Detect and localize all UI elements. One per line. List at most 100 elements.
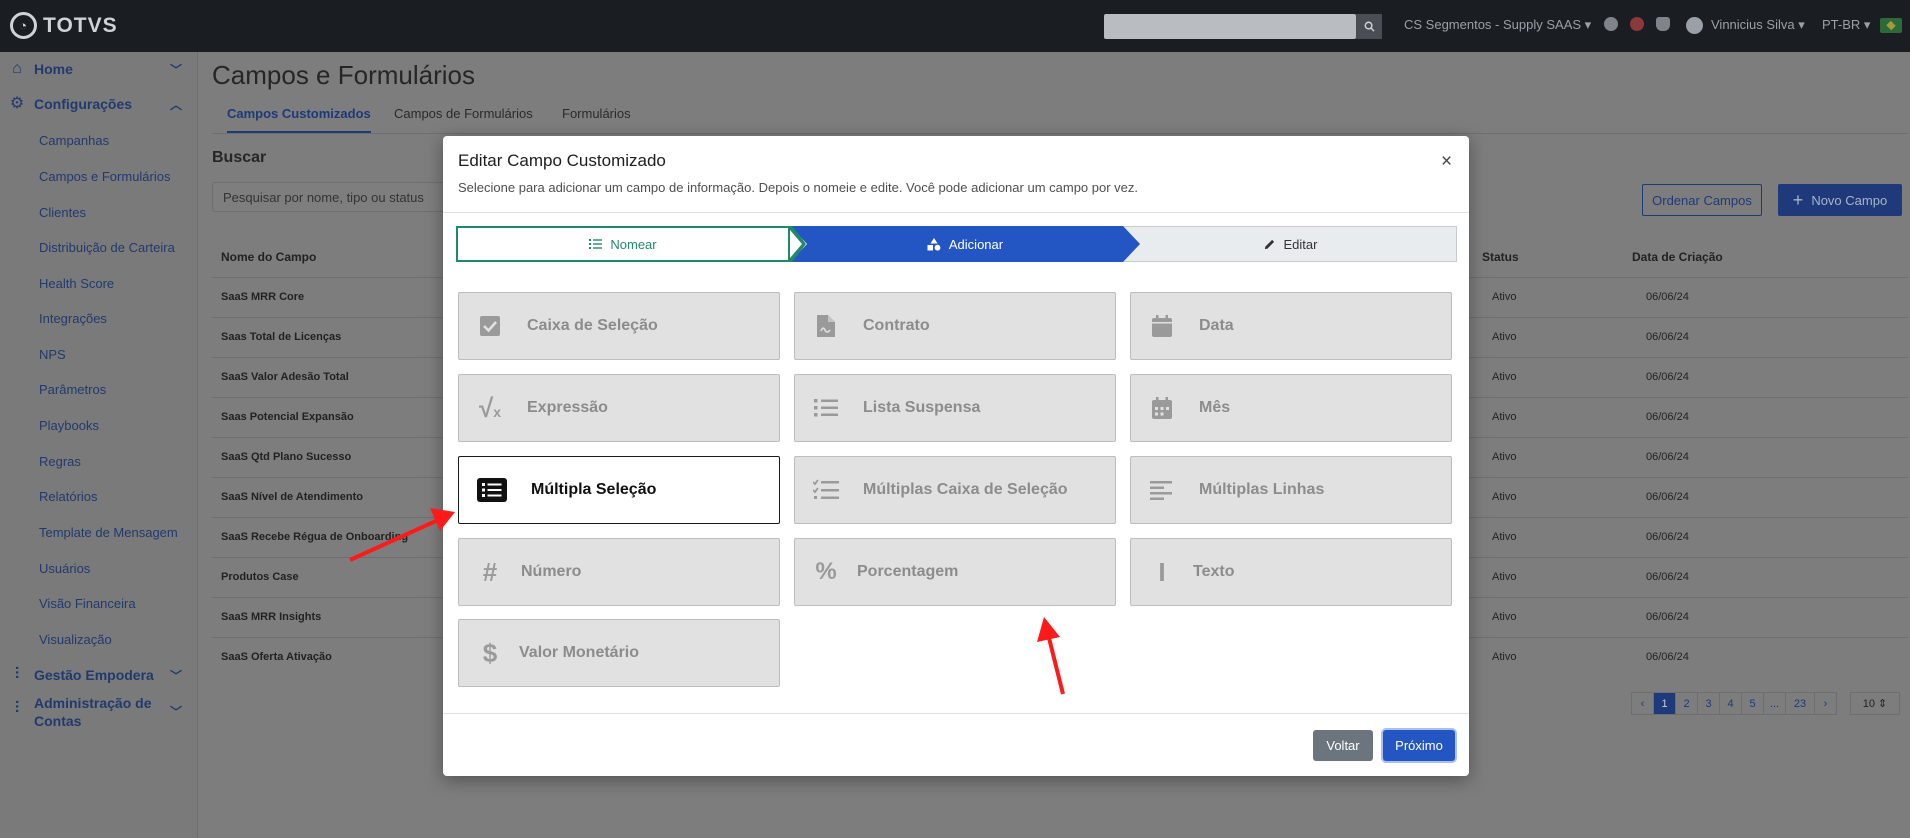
language-selector[interactable]: PT-BR ▾ <box>1822 17 1870 33</box>
sidebar-item-integracoes[interactable]: Integrações <box>39 311 107 326</box>
sidebar-item-health-score[interactable]: Health Score <box>39 276 114 291</box>
step-nomear[interactable]: Nomear <box>456 226 790 262</box>
pagination-page[interactable]: 2 <box>1675 692 1698 715</box>
page-title: Campos e Formulários <box>212 60 475 90</box>
field-type-multiplas-caixa-selecao[interactable]: Múltiplas Caixa de Seleção <box>794 456 1116 524</box>
field-type-label: Múltiplas Caixa de Seleção <box>863 481 1068 498</box>
user-badge-icon[interactable] <box>1630 17 1644 31</box>
field-type-label: Porcentagem <box>857 563 959 580</box>
plus-icon: + <box>1792 189 1804 210</box>
hashtag-icon: # <box>482 556 498 587</box>
bell-icon[interactable] <box>1656 17 1670 31</box>
sidebar-item-visao-financeira[interactable]: Visão Financeira <box>39 596 136 611</box>
sidebar-item-visualizacao[interactable]: Visualização <box>39 632 112 647</box>
modal-header-divider <box>443 212 1469 213</box>
field-type-caixa-selecao[interactable]: Caixa de Seleção <box>458 292 780 360</box>
avatar[interactable] <box>1686 17 1703 34</box>
step-adicionar[interactable]: Adicionar <box>790 226 1140 262</box>
close-icon[interactable]: × <box>1441 151 1452 173</box>
modal-subtitle: Selecione para adicionar um campo de inf… <box>458 180 1139 195</box>
sliders-icon: ⫶ <box>14 666 19 683</box>
sidebar-item-parametros[interactable]: Parâmetros <box>39 382 106 397</box>
tab-formularios[interactable]: Formulários <box>562 106 631 121</box>
pagination-page[interactable]: 4 <box>1719 692 1742 715</box>
search-icon[interactable] <box>1356 14 1382 39</box>
pagination-page[interactable]: 3 <box>1697 692 1720 715</box>
field-type-numero[interactable]: # Número <box>458 538 780 606</box>
field-type-contrato[interactable]: Contrato <box>794 292 1116 360</box>
sidebar-item-playbooks[interactable]: Playbooks <box>39 418 99 433</box>
search-input[interactable]: Pesquisar por nome, tipo ou status <box>212 182 472 212</box>
cell-name: SaaS Nível de Atendimento <box>221 491 364 503</box>
cell-status: Ativo <box>1492 531 1517 543</box>
field-type-expressao[interactable]: √ x Expressão <box>458 374 780 442</box>
sidebar-group-configuracoes[interactable]: ⚙ Configurações ︿ <box>8 95 182 113</box>
chevron-down-icon: ﹀ <box>170 668 183 683</box>
field-type-porcentagem[interactable]: % Porcentagem <box>794 538 1116 606</box>
brazil-flag-icon <box>1880 18 1902 33</box>
wizard-steps: Editar Adicionar Nomear <box>456 226 1457 262</box>
edit-custom-field-modal: Editar Campo Customizado Selecione para … <box>443 136 1469 776</box>
help-icon[interactable] <box>1604 17 1618 31</box>
cell-status: Ativo <box>1492 291 1517 303</box>
cell-date: 06/06/24 <box>1646 491 1689 503</box>
cell-name: Saas Total de Licenças <box>221 331 342 343</box>
sidebar-group-administracao[interactable]: ⫶ Administração de Contas ﹀ <box>8 694 188 730</box>
tab-campos-customizados[interactable]: Campos Customizados <box>227 106 371 133</box>
new-field-button[interactable]: + Novo Campo <box>1778 184 1902 216</box>
org-name: CS Segmentos - Supply SAAS <box>1404 17 1582 32</box>
percent-icon: % <box>815 558 837 585</box>
sidebar-item-relatorios[interactable]: Relatórios <box>39 489 98 504</box>
pagination-page[interactable]: 23 <box>1785 692 1815 715</box>
sidebar-item-clientes[interactable]: Clientes <box>39 205 86 220</box>
cell-name: SaaS Oferta Ativação <box>221 651 332 663</box>
sidebar-item-regras[interactable]: Regras <box>39 454 81 469</box>
totvs-logo[interactable]: ◔ TOTVS <box>10 12 118 39</box>
pagination-page[interactable]: 5 <box>1741 692 1764 715</box>
sidebar-item-campanhas[interactable]: Campanhas <box>39 133 109 148</box>
field-type-multiplas-linhas[interactable]: Múltiplas Linhas <box>1130 456 1452 524</box>
sidebar-item-nps[interactable]: NPS <box>39 347 66 362</box>
sidebar-group-home[interactable]: ⌂ Home ﹀ <box>8 60 182 78</box>
sidebar: ⌂ Home ﹀ ⚙ Configurações ︿ Campanhas Cam… <box>0 52 198 838</box>
column-header-name[interactable]: Nome do Campo <box>221 250 316 264</box>
cell-date: 06/06/24 <box>1646 291 1689 303</box>
back-button[interactable]: Voltar <box>1313 730 1373 761</box>
logo-text: TOTVS <box>43 13 118 37</box>
field-type-multipla-selecao[interactable]: Múltipla Seleção <box>458 456 780 524</box>
chevron-down-icon: ﹀ <box>170 62 183 77</box>
sidebar-item-distribuicao[interactable]: Distribuição de Carteira <box>39 240 175 255</box>
tab-campos-formularios[interactable]: Campos de Formulários <box>394 106 533 121</box>
sidebar-item-template-mensagem[interactable]: Template de Mensagem <box>39 525 178 540</box>
cell-status: Ativo <box>1492 571 1517 583</box>
pagination-next[interactable]: › <box>1814 692 1837 715</box>
step-chevron-icon <box>790 226 806 262</box>
step-editar[interactable]: Editar <box>1123 226 1457 262</box>
step-label: Nomear <box>610 236 657 252</box>
field-type-data[interactable]: Data <box>1130 292 1452 360</box>
sidebar-group-gestao-empodera[interactable]: ⫶ Gestão Empodera ﹀ <box>8 666 182 684</box>
cell-date: 06/06/24 <box>1646 571 1689 583</box>
pagination-prev[interactable]: ‹ <box>1631 692 1654 715</box>
pagination-page[interactable]: 1 <box>1653 692 1676 715</box>
sidebar-item-usuarios[interactable]: Usuários <box>39 561 90 576</box>
cell-status: Ativo <box>1492 491 1517 503</box>
org-selector[interactable]: CS Segmentos - Supply SAAS ▾ <box>1404 17 1591 33</box>
field-type-lista-suspensa[interactable]: Lista Suspensa <box>794 374 1116 442</box>
field-type-label: Data <box>1199 317 1234 334</box>
field-type-texto[interactable]: I Texto <box>1130 538 1452 606</box>
field-type-mes[interactable]: Mês <box>1130 374 1452 442</box>
global-search-input[interactable] <box>1104 14 1356 39</box>
sidebar-item-campos-formularios[interactable]: Campos e Formulários <box>39 169 171 184</box>
cell-name: SaaS Recebe Régua de Onboarding <box>221 531 409 543</box>
column-header-date[interactable]: Data de Criação <box>1632 250 1723 264</box>
field-type-valor-monetario[interactable]: $ Valor Monetário <box>458 619 780 687</box>
user-menu[interactable]: Vinnicius Silva ▾ <box>1711 17 1805 33</box>
order-fields-button[interactable]: Ordenar Campos <box>1642 184 1762 216</box>
column-header-status[interactable]: Status <box>1482 250 1519 264</box>
cell-date: 06/06/24 <box>1646 411 1689 423</box>
step-label: Editar <box>1283 236 1318 252</box>
page-size-select[interactable]: 10 ⇕ <box>1850 692 1900 715</box>
cell-date: 06/06/24 <box>1646 611 1689 623</box>
next-button[interactable]: Próximo <box>1383 730 1455 761</box>
